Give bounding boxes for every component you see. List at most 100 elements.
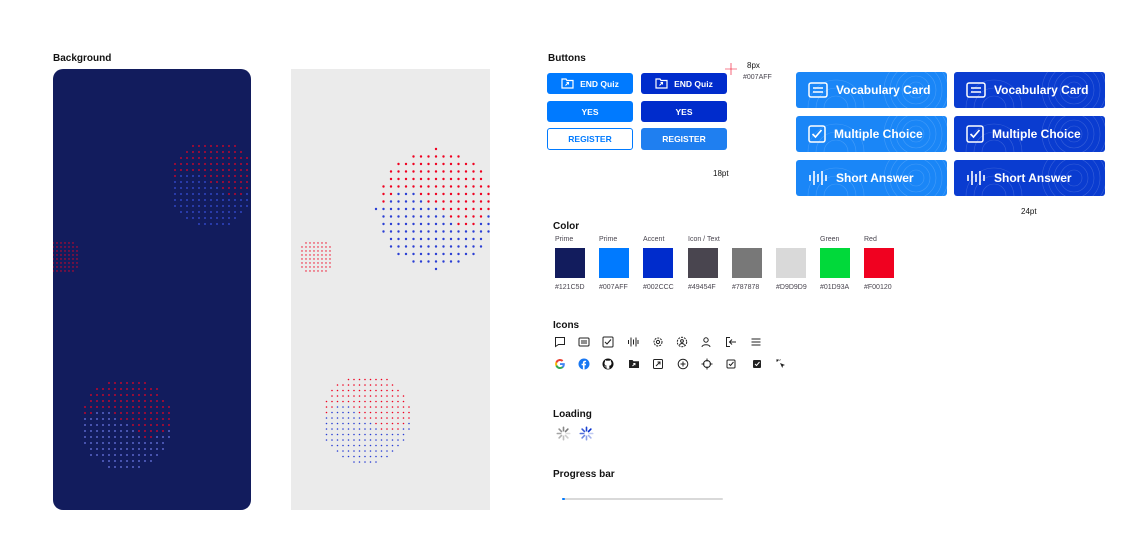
pattern-dot — [364, 439, 366, 441]
pattern-dot — [457, 192, 460, 196]
pattern-dot — [479, 230, 483, 233]
pattern-dot — [168, 436, 170, 438]
card-icon — [578, 336, 590, 348]
pattern-dot — [353, 378, 355, 381]
pattern-dot — [347, 411, 350, 414]
pattern-dot — [397, 444, 399, 447]
pattern-dot — [389, 177, 393, 181]
pattern-dot — [90, 406, 92, 408]
facebook-icon[interactable] — [578, 358, 590, 370]
pattern-dot — [53, 270, 54, 272]
pattern-dot — [397, 417, 399, 419]
color-swatch — [643, 248, 673, 278]
swatch-label: Icon / Text — [688, 236, 720, 243]
pattern-dot — [347, 450, 350, 452]
pattern-dot — [313, 246, 315, 248]
pattern-dot — [449, 230, 453, 233]
pattern-dot — [374, 207, 378, 211]
pattern-dot — [309, 254, 311, 256]
pattern-dot — [479, 237, 483, 241]
pattern-dot — [234, 157, 236, 159]
pattern-dot — [457, 215, 460, 218]
pattern-dot — [434, 222, 438, 226]
short-answer-button-primary[interactable]: Short Answer — [796, 160, 947, 196]
pattern-dot — [72, 242, 74, 244]
pattern-dot — [479, 170, 483, 173]
yes-button-primary[interactable]: YES — [547, 101, 633, 122]
pattern-dot — [228, 151, 230, 153]
pattern-dot — [353, 439, 355, 441]
pattern-dot — [353, 433, 355, 436]
pattern-dot — [472, 245, 475, 248]
pattern-dot — [144, 406, 146, 408]
pattern-dot — [192, 175, 194, 177]
pattern-dot — [216, 199, 218, 201]
pattern-dot — [96, 448, 98, 450]
pattern-dot — [246, 205, 248, 207]
pattern-dot — [449, 162, 453, 166]
pattern-dot — [76, 258, 78, 260]
pattern-dot — [198, 223, 200, 225]
pattern-dot — [204, 211, 206, 213]
pattern-dot — [364, 444, 366, 447]
pattern-dot — [397, 411, 399, 414]
pattern-dot — [132, 400, 134, 402]
pattern-dot — [389, 245, 393, 248]
menu-icon — [750, 336, 762, 348]
github-icon[interactable] — [602, 358, 614, 370]
pattern-dot — [56, 254, 58, 256]
vocabulary-card-button-primary[interactable]: Vocabulary Card — [796, 72, 947, 108]
pattern-dot — [412, 162, 415, 166]
pattern-dot — [234, 181, 236, 183]
pattern-dot — [472, 177, 475, 181]
pattern-dot — [442, 155, 445, 158]
pattern-dot — [442, 177, 445, 181]
register-button-filled[interactable]: REGISTER — [641, 128, 727, 150]
pattern-dot — [353, 422, 355, 425]
short-answer-button-accent[interactable]: Short Answer — [954, 160, 1105, 196]
pattern-dot — [386, 433, 388, 436]
pattern-dot — [402, 422, 405, 425]
pattern-dot — [412, 155, 415, 158]
checkbox-icon — [602, 336, 614, 348]
pattern-dot — [228, 217, 230, 219]
pattern-dot — [144, 394, 146, 396]
pattern-dot — [174, 181, 176, 183]
pattern-dot — [102, 418, 104, 420]
pattern-dot — [76, 254, 78, 256]
pattern-dot — [305, 266, 307, 268]
google-icon[interactable] — [554, 358, 566, 370]
pattern-dot — [449, 185, 453, 188]
pattern-dot — [60, 242, 62, 244]
pattern-dot — [234, 151, 236, 153]
pattern-dot — [192, 181, 194, 183]
pattern-dot — [353, 428, 355, 430]
pattern-dot — [108, 454, 110, 456]
pattern-dot — [186, 217, 188, 219]
pattern-dot — [397, 207, 400, 211]
multiple-choice-button-primary[interactable]: Multiple Choice — [796, 116, 947, 152]
pattern-dot — [240, 151, 242, 153]
pattern-dot — [144, 460, 146, 462]
pattern-dot — [358, 406, 361, 408]
register-button-outline[interactable]: REGISTER — [547, 128, 633, 150]
pattern-dot — [246, 181, 248, 183]
end-quiz-button-primary[interactable]: END Quiz — [547, 73, 633, 94]
pattern-dot — [434, 200, 438, 203]
pattern-dot — [336, 411, 339, 414]
pattern-dot — [72, 254, 74, 256]
pattern-dot — [72, 250, 74, 252]
pattern-dot — [90, 442, 92, 444]
pattern-dot — [132, 412, 134, 414]
pattern-dot — [472, 237, 475, 241]
pattern-dot — [404, 192, 408, 196]
pattern-dot — [120, 388, 122, 390]
end-quiz-button-accent[interactable]: END Quiz — [641, 73, 727, 94]
yes-button-accent[interactable]: YES — [641, 101, 727, 122]
vocabulary-card-button-accent[interactable]: Vocabulary Card — [954, 72, 1105, 108]
pattern-dot — [464, 230, 468, 233]
multiple-choice-button-accent[interactable]: Multiple Choice — [954, 116, 1105, 152]
pattern-dot — [331, 428, 333, 430]
pattern-dot — [353, 400, 355, 403]
pattern-dot — [479, 177, 483, 181]
